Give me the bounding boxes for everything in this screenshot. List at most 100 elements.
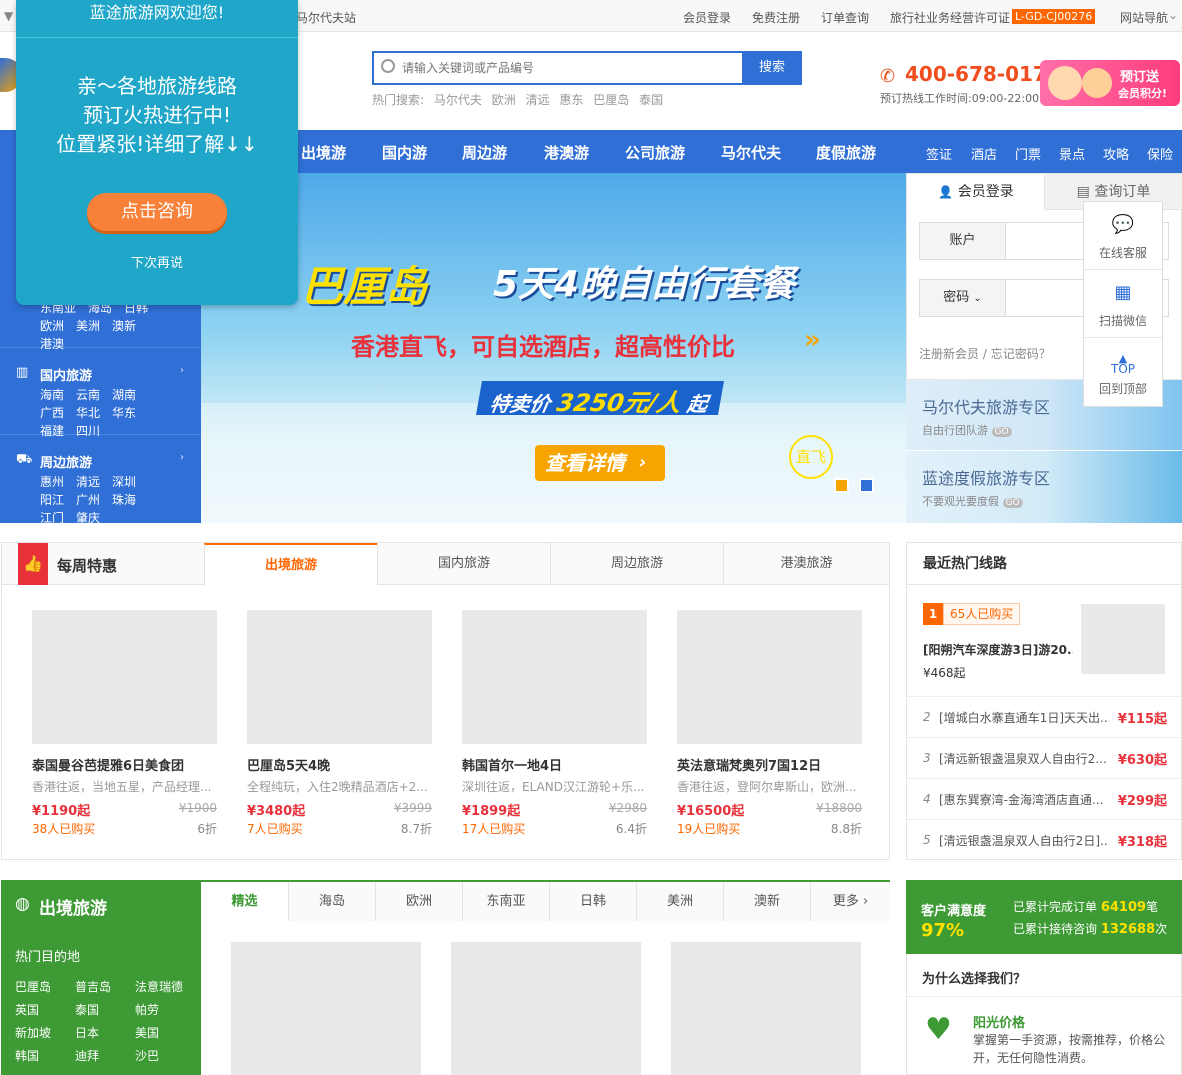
nav-item[interactable]: 国内游 [382, 142, 427, 163]
destination-link[interactable]: 巴厘岛 [15, 978, 51, 995]
product-name[interactable]: 韩国首尔一地4日 [462, 755, 647, 774]
category-link[interactable]: 澳新 [112, 317, 136, 335]
destination-link[interactable]: 韩国 [15, 1047, 39, 1064]
tab-nearby[interactable]: 周边旅游 [550, 543, 723, 585]
category-link[interactable]: 深圳 [112, 473, 136, 491]
nav-small-item[interactable]: 景点 [1059, 144, 1085, 163]
nav-item[interactable]: 出境游 [301, 142, 346, 163]
nav-small-item[interactable]: 保险 [1147, 144, 1173, 163]
product-card[interactable]: 巴厘岛5天4晚 全程纯玩，入住2晚精品酒店+2... ¥3480起 ¥3999 7… [247, 610, 432, 838]
tab-featured[interactable]: 精选 [201, 882, 288, 921]
destination-link[interactable]: 迪拜 [75, 1047, 99, 1064]
category-link[interactable]: 清远 [76, 473, 100, 491]
category-link[interactable]: 肇庆 [76, 509, 100, 527]
destination-link[interactable]: 沙巴 [135, 1047, 159, 1064]
category-link[interactable]: 广西 [40, 404, 64, 422]
destination-link[interactable]: 帕劳 [135, 1001, 159, 1018]
site-station[interactable]: 马尔代夫站 [296, 9, 356, 26]
hot-route-item[interactable]: 3 [清远新银盏温泉双人自由行2... ¥630起 [907, 737, 1181, 778]
destination-link[interactable]: 普吉岛 [75, 978, 111, 995]
product-image[interactable] [247, 610, 432, 744]
nav-small-item[interactable]: 酒店 [971, 144, 997, 163]
route-name[interactable]: [阳朔汽车深度游3日]游20... [923, 641, 1073, 658]
product-image[interactable] [451, 942, 641, 1075]
nav-small-item[interactable]: 签证 [926, 144, 952, 163]
back-to-top-button[interactable]: ▲ TOP 回到顶部 [1084, 338, 1162, 406]
product-card[interactable]: 韩国首尔一地4日 深圳往返，ELAND汉江游轮+乐... ¥1899起 ¥2980… [462, 610, 647, 838]
later-link[interactable]: 下次再说 [16, 252, 298, 271]
destination-link[interactable]: 英国 [15, 1001, 39, 1018]
destination-link[interactable]: 法意瑞德 [135, 978, 183, 995]
nav-small-item[interactable]: 门票 [1015, 144, 1041, 163]
category-link[interactable]: 湖南 [112, 386, 136, 404]
hot-word[interactable]: 欧洲 [492, 93, 516, 107]
carousel-dot[interactable] [834, 478, 849, 493]
hot-word[interactable]: 惠东 [559, 93, 583, 107]
hot-route-item[interactable]: 2 [增城白水寨直通车1日]天天出... ¥115起 [907, 696, 1181, 737]
tab-southeast-asia[interactable]: 东南亚 [462, 882, 549, 921]
category-link[interactable]: 珠海 [112, 491, 136, 509]
tab-more[interactable]: 更多 › [810, 882, 890, 921]
category-domestic[interactable]: ▥ 国内旅游 › 海南 云南 湖南广西 华北 华东福建 四川 [0, 348, 201, 438]
category-link[interactable]: 广州 [76, 491, 100, 509]
tab-outbound[interactable]: 出境旅游 [204, 543, 377, 586]
section-title[interactable]: 出境旅游 [39, 894, 107, 919]
scan-wechat-button[interactable]: ▦ 扫描微信 [1084, 270, 1162, 338]
nav-small-item[interactable]: 攻略 [1103, 144, 1129, 163]
category-nearby[interactable]: ⛟ 周边旅游 › 惠州 清远 深圳阳江 广州 珠海江门 肇庆 [0, 435, 201, 525]
nav-item[interactable]: 马尔代夫 [721, 142, 781, 163]
hot-word[interactable]: 清远 [526, 93, 550, 107]
register-link[interactable]: 注册新会员 [919, 347, 979, 361]
vacation-zone[interactable]: 蓝途度假旅游专区 不要观光要度假 GO [906, 451, 1182, 523]
category-link[interactable]: 欧洲 [40, 317, 64, 335]
hot-route-top[interactable]: 1 65人已购买 [阳朔汽车深度游3日]游20... ¥468起 [907, 586, 1181, 696]
tab-japan-korea[interactable]: 日韩 [549, 882, 636, 921]
consult-button[interactable]: 点击咨询 [87, 193, 227, 231]
destination-link[interactable]: 新加坡 [15, 1024, 51, 1041]
carousel-dot[interactable] [859, 478, 874, 493]
tab-oceania[interactable]: 澳新 [723, 882, 810, 921]
forgot-password-link[interactable]: 忘记密码？ [991, 347, 1051, 361]
password-label[interactable]: 密码 ⌄ [920, 280, 1006, 316]
category-link[interactable]: 江门 [40, 509, 64, 527]
product-image[interactable] [677, 610, 862, 744]
hot-route-item[interactable]: 4 [惠东巽寮湾-金海湾酒店直通... ¥299起 [907, 778, 1181, 819]
category-link[interactable]: 海南 [40, 386, 64, 404]
hot-route-item[interactable]: 5 [清远银盏温泉双人自由行2日]... ¥318起 [907, 819, 1181, 860]
order-query-link[interactable]: 订单查询 [821, 9, 869, 26]
product-image[interactable] [231, 942, 421, 1075]
nav-item[interactable]: 港澳游 [544, 142, 589, 163]
nav-item[interactable]: 度假旅游 [816, 142, 876, 163]
tab-islands[interactable]: 海岛 [288, 882, 375, 921]
promo-banner[interactable]: 预订送 会员积分! [1040, 60, 1180, 106]
hot-word[interactable]: 泰国 [639, 93, 663, 107]
nav-item[interactable]: 周边游 [462, 142, 507, 163]
nav-item[interactable]: 公司旅游 [625, 142, 685, 163]
site-nav-link[interactable]: 网站导航 [1120, 9, 1168, 26]
search-input[interactable] [374, 53, 704, 83]
route-name[interactable]: [惠东巽寮湾-金海湾酒店直通... [939, 791, 1109, 808]
member-login-link[interactable]: 会员登录 [683, 9, 731, 26]
destination-link[interactable]: 日本 [75, 1024, 99, 1041]
destination-link[interactable]: 泰国 [75, 1001, 99, 1018]
product-image[interactable] [32, 610, 217, 744]
category-link[interactable]: 云南 [76, 386, 100, 404]
product-name[interactable]: 泰国曼谷芭提雅6日美食团 [32, 755, 217, 774]
route-name[interactable]: [清远银盏温泉双人自由行2日]... [939, 832, 1109, 849]
category-link[interactable]: 华北 [76, 404, 100, 422]
tab-americas[interactable]: 美洲 [636, 882, 723, 921]
tab-hkmacau[interactable]: 港澳旅游 [723, 543, 889, 585]
online-service-button[interactable]: 💬 在线客服 [1084, 202, 1162, 270]
product-name[interactable]: 巴厘岛5天4晚 [247, 755, 432, 774]
route-name[interactable]: [增城白水寨直通车1日]天天出... [939, 709, 1109, 726]
view-details-button[interactable]: 查看详情 › [535, 445, 665, 481]
hot-word[interactable]: 马尔代夫 [434, 93, 482, 107]
product-card[interactable]: 英法意瑞梵奥列7国12日 香港往返，登阿尔卑斯山，欧洲... ¥16500起 ¥1… [677, 610, 862, 838]
product-image[interactable] [671, 942, 861, 1075]
tab-member-login[interactable]: 👤 会员登录 [907, 174, 1045, 210]
register-link[interactable]: 免费注册 [752, 9, 800, 26]
search-button[interactable]: 搜索 [742, 51, 802, 85]
route-image[interactable] [1081, 604, 1165, 674]
product-name[interactable]: 英法意瑞梵奥列7国12日 [677, 755, 862, 774]
tab-europe[interactable]: 欧洲 [375, 882, 462, 921]
